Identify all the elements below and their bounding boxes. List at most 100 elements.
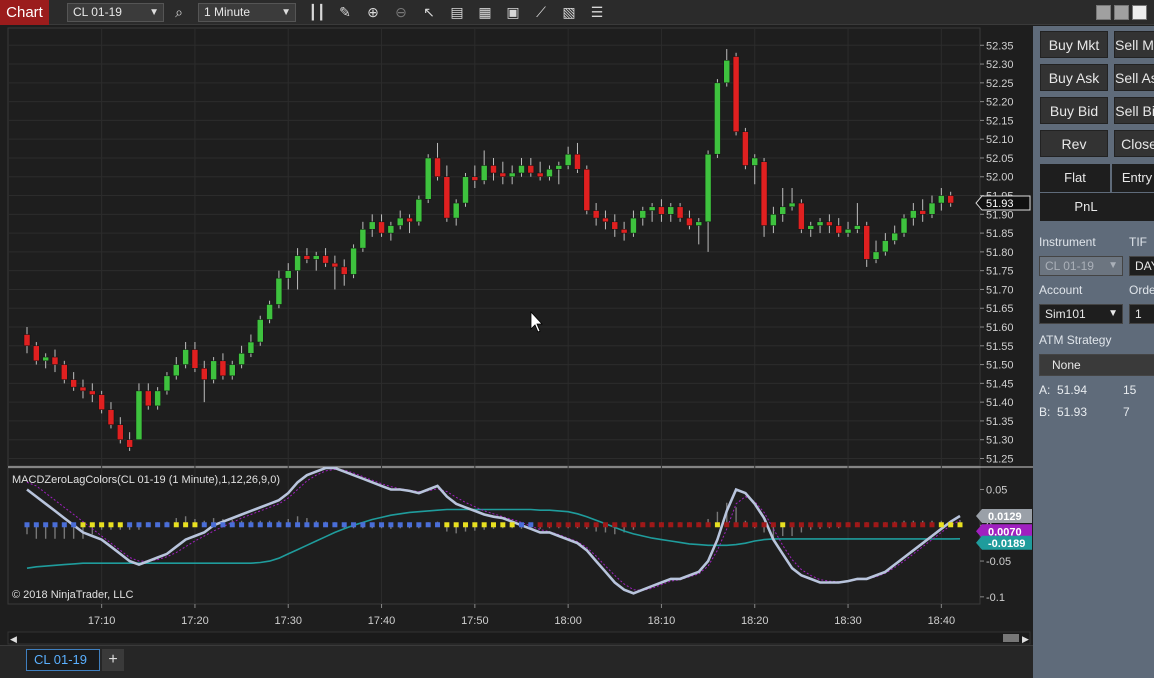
zoom-out-icon[interactable]: ⊖ <box>391 3 411 22</box>
candle-up <box>452 202 460 219</box>
zero-line-dot <box>910 522 916 528</box>
tif-select[interactable]: DAY <box>1129 256 1154 276</box>
zero-line-dot <box>192 522 198 528</box>
indicator-title: MACDZeroLagColors(CL 01-19 (1 Minute),1,… <box>12 474 280 486</box>
zero-line-dot <box>220 522 226 528</box>
zero-line-dot <box>892 522 898 528</box>
chart-window: Chart CL 01-19 ▼ ⌕ 1 Minute ▼ ┃┃ ✎ ⊕ ⊖ ↖… <box>0 0 1154 678</box>
mouse-cursor-icon <box>530 310 543 333</box>
chart-panel[interactable]: 52.35 52.30 52.25 52.20 52.15 52.10 52.05 52.00… <box>0 26 1033 678</box>
candle-down <box>536 172 544 177</box>
zero-line-dot <box>33 522 39 528</box>
last-price-label: 51.93 <box>986 198 1014 210</box>
candle-up <box>751 157 758 166</box>
zero-line-dot <box>518 522 524 528</box>
bid-size: 7 <box>1123 405 1130 419</box>
instrument-selector[interactable]: CL 01-19 ▼ <box>67 3 164 22</box>
buy-bid-button[interactable]: Buy Bid <box>1040 97 1108 124</box>
zero-line-dot <box>901 522 907 528</box>
order-qty-input[interactable]: 1 <box>1129 304 1154 324</box>
scrollbar-thumb <box>1003 634 1019 642</box>
candle-down <box>826 221 833 226</box>
zero-line-dot <box>491 522 496 528</box>
zero-line-dot <box>61 522 67 528</box>
time-axis: 17:10 17:20 17:30 17:40 17:50 18:00 18:10 18:20… <box>7 604 1031 645</box>
zero-line-dot <box>602 522 608 528</box>
zero-line-dot <box>80 522 86 528</box>
reverse-button[interactable]: Rev <box>1040 130 1108 157</box>
macd-value-label: 0.0129 <box>988 511 1022 523</box>
sell-bid-button[interactable]: Sell Bid <box>1114 97 1154 124</box>
chart-tab[interactable]: CL 01-19 <box>26 649 100 671</box>
zero-line-dot <box>201 522 207 528</box>
zero-line-dot <box>826 522 832 528</box>
zero-line-dot <box>453 522 459 528</box>
candle-up <box>275 277 283 305</box>
candle-up <box>564 153 572 166</box>
candle-up <box>480 165 488 181</box>
account-select[interactable]: Sim101 ▼ <box>1039 304 1123 324</box>
zero-line-dot <box>481 522 487 528</box>
candle-up <box>350 247 357 275</box>
atm-strategy-select[interactable]: None <box>1039 354 1154 376</box>
window-restore-button[interactable] <box>1114 5 1129 20</box>
chevron-down-icon: ▼ <box>1108 260 1118 271</box>
macd-line <box>26 466 961 595</box>
zero-line-dot <box>546 522 552 528</box>
scroll-left-icon: ◀ <box>10 634 17 644</box>
sell-market-button[interactable]: Sell Mkt <box>1114 31 1154 58</box>
bar-type-icon[interactable]: ┃┃ <box>307 3 327 22</box>
zero-line-dot <box>127 522 133 528</box>
time-tick-label: 18:10 <box>648 615 676 627</box>
list-icon[interactable]: ☰ <box>587 3 607 22</box>
zero-line-dot <box>304 522 310 528</box>
candle-up <box>639 210 647 219</box>
add-tab-button[interactable]: + <box>102 649 124 671</box>
zoom-in-icon[interactable]: ⊕ <box>363 3 383 22</box>
data-box-icon[interactable]: ▤ <box>447 3 467 22</box>
price-tick-label: 52.00 <box>986 172 1014 184</box>
chart-canvas[interactable]: 52.35 52.30 52.25 52.20 52.15 52.10 52.05 52.00… <box>0 26 1033 646</box>
sell-ask-button[interactable]: Sell Ask <box>1114 64 1154 91</box>
candle-down <box>471 176 479 181</box>
candle-up <box>779 206 786 215</box>
price-tick-label: 52.20 <box>986 97 1014 109</box>
strategies-icon[interactable]: ▣ <box>503 3 523 22</box>
zero-line-dot <box>472 522 478 528</box>
time-tick-label: 18:30 <box>834 615 862 627</box>
candle-up <box>723 60 730 84</box>
trader-instrument-select: CL 01-19 ▼ <box>1039 256 1123 276</box>
chart-title: Chart <box>0 0 49 25</box>
candle-down <box>322 255 329 264</box>
pointer-icon[interactable]: ↖ <box>419 3 439 22</box>
candle-down <box>798 202 805 230</box>
pencil-icon[interactable]: ✎ <box>335 3 355 22</box>
window-tile-button[interactable] <box>1096 5 1111 20</box>
zero-line-dot <box>89 522 95 528</box>
candle-down <box>863 225 870 260</box>
candle-down <box>406 217 413 223</box>
line-tool-icon[interactable]: ⟋ <box>531 3 551 22</box>
zero-line-dot <box>248 522 254 528</box>
interval-selector[interactable]: 1 Minute ▼ <box>198 3 296 22</box>
search-icon[interactable]: ⌕ <box>169 3 189 22</box>
candle-down <box>145 390 152 407</box>
buy-ask-button[interactable]: Buy Ask <box>1040 64 1108 91</box>
chevron-down-icon: ▼ <box>281 7 291 18</box>
buy-market-button[interactable]: Buy Mkt <box>1040 31 1108 58</box>
zero-line-dot <box>155 522 161 528</box>
zero-line-dot <box>323 522 329 528</box>
properties-icon[interactable]: ▧ <box>559 3 579 22</box>
candle-up <box>508 172 516 177</box>
scroll-right-icon: ▶ <box>1022 634 1029 644</box>
candle-up <box>359 229 367 249</box>
zero-line-dot <box>686 522 692 528</box>
time-tick-label: 17:50 <box>461 615 489 627</box>
indicators-icon[interactable]: ▦ <box>475 3 495 22</box>
close-button[interactable]: Close <box>1114 130 1154 157</box>
zero-line-dot <box>108 522 114 528</box>
zero-line-dot <box>565 522 571 528</box>
window-minimize-button[interactable] <box>1132 5 1147 20</box>
candle-down <box>126 439 133 448</box>
zero-line-dot <box>836 522 842 528</box>
